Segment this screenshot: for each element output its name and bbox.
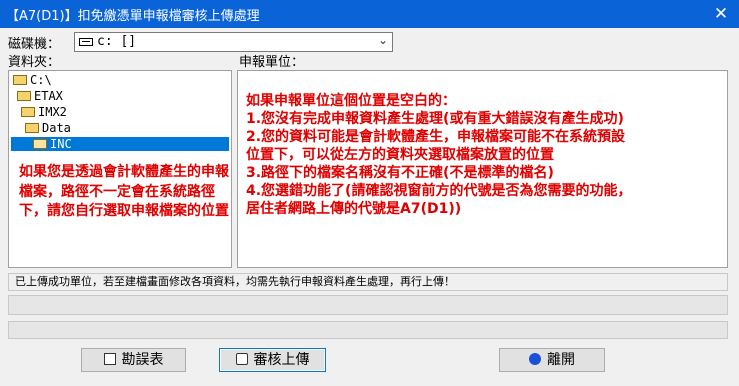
tree-item-label: Data — [42, 121, 71, 135]
status-message: 已上傳成功單位，若至建檔畫面修改各項資料，均需先執行申報資料產生處理，再行上傳！ — [8, 273, 728, 291]
power-icon — [529, 353, 541, 365]
review-icon — [235, 353, 248, 365]
folder-open-icon — [17, 91, 31, 101]
folder-help-note: 如果您是透過會計軟體產生的申報檔案，路徑不一定會在系統路徑下，請您自行選取申報檔… — [19, 164, 229, 219]
drive-icon — [79, 38, 93, 46]
document-icon — [103, 353, 116, 365]
drive-value: c: [] — [97, 34, 137, 49]
unit-note-line: 2.您的資料可能是會計軟體產生，申報檔案可能不在系統預設 — [246, 129, 626, 145]
unit-note-line: 位置下，可以從左方的資料夾選取檔案放置的位置 — [246, 147, 554, 163]
tree-item-inc[interactable]: INC — [11, 137, 229, 151]
tree-item-label: INC — [50, 137, 72, 151]
progress-bar — [8, 321, 728, 339]
unit-note-line: 4.您選錯功能了(請確認視窗前方的代號是否為您需要的功能， — [246, 183, 632, 199]
review-upload-button[interactable]: 審核上傳 — [219, 348, 326, 372]
unit-help-note: 如果申報單位這個位置是空白的： 1.您沒有完成申報資料產生處理(或有重大錯誤沒有… — [246, 92, 724, 218]
tree-item-imx2[interactable]: IMX2 — [21, 105, 67, 119]
folder-open-icon — [33, 139, 47, 149]
unit-note-line: 居住者網路上傳的代號是A7(D1)) — [246, 201, 462, 217]
status-detail — [8, 295, 728, 315]
unit-label: 申報單位： — [239, 55, 305, 70]
close-button[interactable]: ✕ — [703, 0, 739, 28]
drive-select[interactable]: c: [] ⌄ — [74, 32, 393, 52]
tree-item-label: ETAX — [34, 89, 63, 103]
unit-list[interactable]: 如果申報單位這個位置是空白的： 1.您沒有完成申報資料產生處理(或有重大錯誤沒有… — [237, 70, 728, 268]
window-title: 【A7(D1)】扣免繳憑單申報檔審核上傳處理 — [6, 9, 260, 24]
exit-button-label: 離開 — [547, 352, 575, 368]
folder-tree[interactable]: C:\ ETAX IMX2 Data INC 如果您是透過會計軟體產生的申報檔案… — [8, 70, 232, 268]
drive-label: 磁碟機： — [8, 37, 61, 52]
review-upload-button-label: 審核上傳 — [253, 352, 310, 368]
tree-item-data[interactable]: Data — [25, 121, 71, 135]
exit-button[interactable]: 離開 — [499, 348, 605, 372]
chevron-down-icon[interactable]: ⌄ — [378, 33, 388, 47]
unit-note-line: 1.您沒有完成申報資料產生處理(或有重大錯誤沒有產生成功) — [246, 111, 624, 127]
close-icon: ✕ — [713, 4, 729, 24]
folder-open-icon — [25, 123, 39, 133]
folder-open-icon — [21, 107, 35, 117]
folder-label: 資料夾： — [8, 55, 61, 70]
unit-note-line: 如果申報單位這個位置是空白的： — [246, 93, 456, 109]
errata-button[interactable]: 勘誤表 — [81, 348, 186, 372]
folder-open-icon — [13, 75, 27, 85]
tree-item-etax[interactable]: ETAX — [17, 89, 63, 103]
tree-item-c[interactable]: C:\ — [13, 73, 52, 87]
tree-item-label: C:\ — [30, 73, 52, 87]
unit-note-line: 3.路徑下的檔案名稱沒有不正確(不是標準的檔名) — [246, 165, 554, 181]
title-bar: 【A7(D1)】扣免繳憑單申報檔審核上傳處理 ✕ — [0, 0, 739, 28]
tree-item-label: IMX2 — [38, 105, 67, 119]
errata-button-label: 勘誤表 — [121, 352, 164, 368]
